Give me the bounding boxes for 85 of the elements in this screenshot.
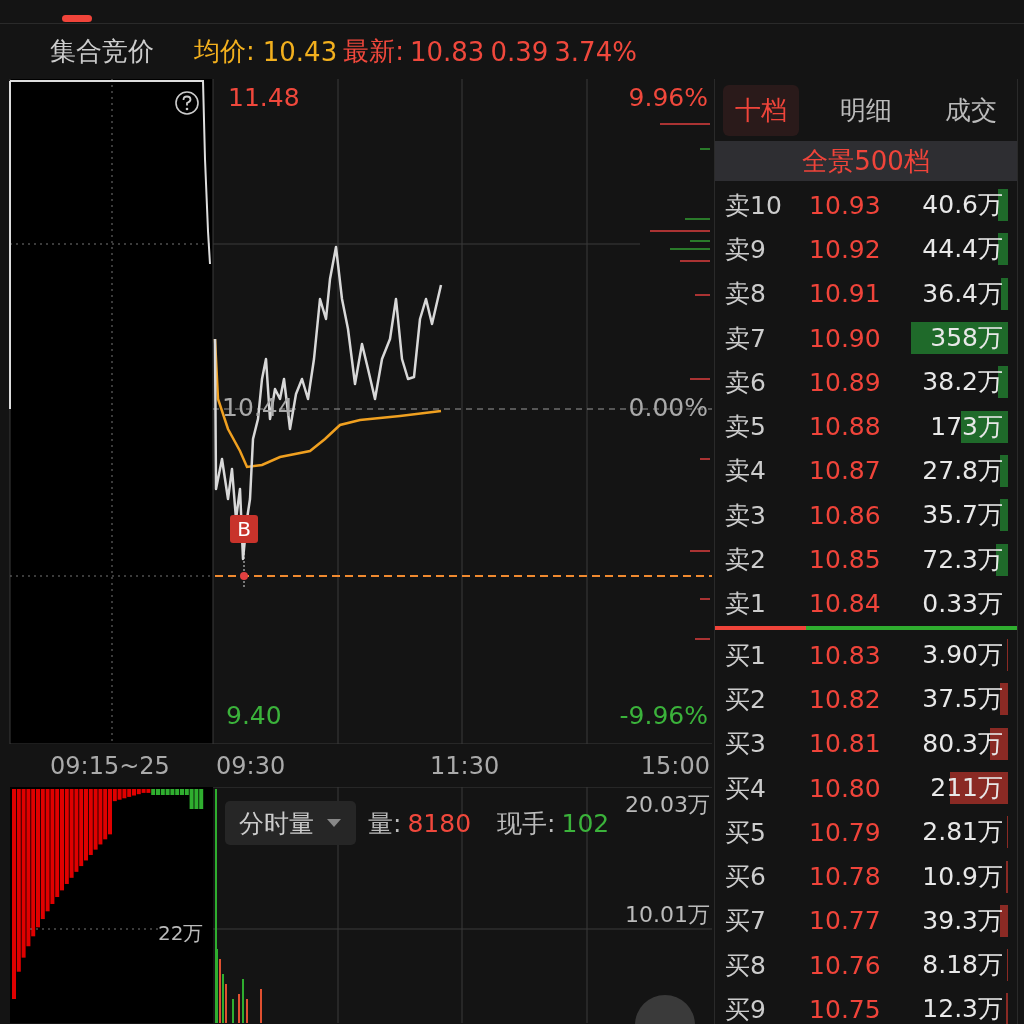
help-icon[interactable] [174,90,200,116]
order-price: 10.79 [809,817,882,847]
order-price: 10.84 [809,589,882,619]
depth-tick [649,230,711,232]
order-price: 10.77 [809,906,882,936]
level-label: 卖7 [724,322,767,355]
avg-price: 10.43 [262,36,338,67]
last-price: 10.83 [409,36,485,67]
depth-tick [699,598,711,600]
depth-tick [689,240,711,242]
depth-tick [659,123,711,125]
buy-point [240,572,248,580]
tab-indicator [62,15,92,22]
order-price: 10.90 [809,323,882,353]
order-book-tab[interactable]: 明细 [828,84,904,136]
depth-tick [684,218,711,220]
low-percent: -9.96% [619,701,708,731]
depth-tick [679,260,711,262]
order-price: 10.81 [809,729,882,759]
level-label: 卖1 [724,588,767,621]
last-price-label: 最新: [343,35,404,68]
order-price: 10.88 [809,412,882,442]
order-price: 10.89 [809,367,882,397]
avg-price-label: 均价: [194,35,255,68]
volume-type-dropdown[interactable]: 分时量 [225,801,356,845]
auction-volume-label: 22万 [158,920,204,947]
order-price: 10.83 [809,640,882,670]
level-label: 卖10 [724,189,783,222]
level-label: 卖9 [724,233,767,266]
order-price: 10.76 [809,950,882,980]
volume-value: 8180 [407,808,472,838]
depth-tick [694,294,711,296]
depth-tick [699,148,711,150]
order-price: 10.78 [809,862,882,892]
change-percent: 3.74% [554,36,637,67]
depth-tick [694,638,711,640]
level-label: 卖8 [724,278,767,311]
order-price: 10.75 [809,995,882,1024]
base-percent: 0.00% [628,393,708,423]
order-price: 10.82 [809,684,882,714]
depth-tick [689,378,711,380]
level-label: 卖3 [724,499,767,532]
level-label: 卖5 [724,411,767,444]
time-label: 11:30 [430,752,500,780]
order-volume: 358万 [908,322,1008,355]
order-price: 10.93 [809,190,882,220]
volume-label: 量: [368,807,402,840]
buy-marker: B [230,515,258,543]
level-label: 卖4 [724,455,767,488]
order-price: 10.86 [809,500,882,530]
depth-tick [689,550,711,552]
high-percent: 9.96% [628,83,708,113]
level-label: 卖2 [724,544,767,576]
level-label: 买6 [724,861,767,894]
depth-tick [699,458,711,460]
order-book-tab[interactable]: 十档 [723,84,799,136]
order-price: 10.85 [809,545,882,574]
level-label: 买3 [724,728,767,761]
volume-axis-label: 20.03万 [625,793,710,817]
time-label: 09:15~25 [50,752,170,780]
level-label: 买9 [724,994,767,1024]
volume-axis-label: 10.01万 [625,903,710,927]
level-label: 买4 [724,772,767,805]
level-label: 买8 [724,949,767,982]
level-label: 买2 [724,683,767,716]
price-change: 0.39 [490,36,549,67]
order-book-tab[interactable]: 成交 [933,84,1009,136]
order-price: 10.80 [809,773,882,803]
time-label: 15:00 [640,752,710,780]
level-label: 买7 [724,905,767,938]
order-price: 10.92 [809,234,882,264]
caret-icon [326,818,342,828]
order-price: 10.87 [809,456,882,486]
current-hand-value: 102 [561,808,610,838]
current-hand-label: 现手: [497,807,556,840]
high-price: 11.48 [228,83,300,113]
low-price: 9.40 [226,701,282,731]
time-label: 09:30 [216,752,286,780]
level-label: 买1 [724,639,767,672]
depth-tick [669,248,711,250]
order-price: 10.91 [809,279,882,309]
depth-banner[interactable]: 全景500档 [715,141,1017,181]
level-label: 卖6 [724,366,767,399]
level-label: 买5 [724,816,767,849]
auction-label: 集合竞价 [50,35,154,68]
